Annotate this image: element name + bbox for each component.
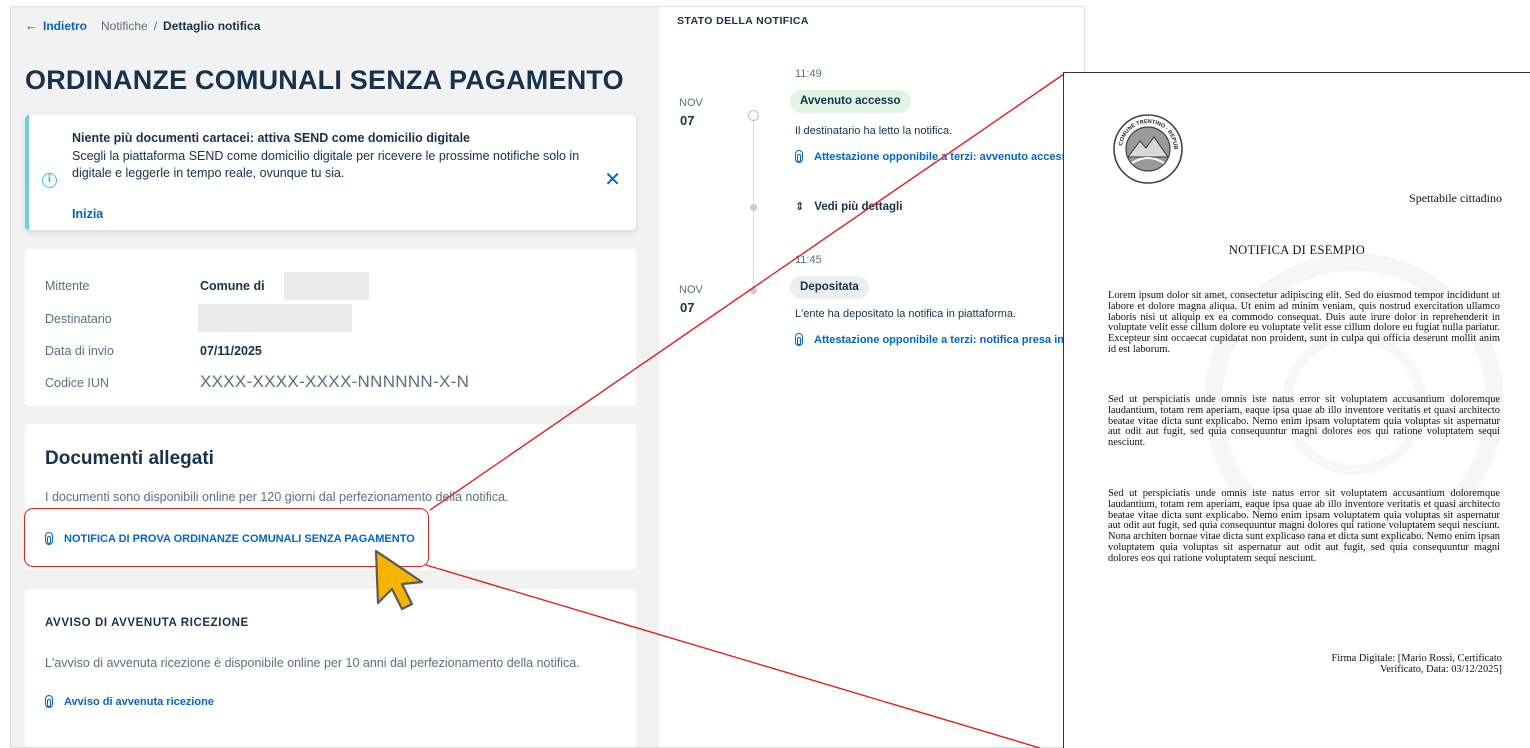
date-value: 07/11/2025: [200, 344, 262, 358]
digital-domicile-banner: i Niente più documenti cartacei: attiva …: [25, 115, 636, 230]
attestation-link-label: Attestazione opponibile a terzi: notific…: [814, 333, 1085, 346]
status-badge: Depositata: [790, 276, 869, 299]
breadcrumb: ← Indietro Notifiche / Dettaglio notific…: [25, 18, 260, 33]
event-time: 11:45: [795, 254, 822, 266]
date-label: Data di invio: [45, 344, 114, 358]
document-preview: COMUNE TRENTINO - REPUBBLICA ITALIANA Sp…: [1063, 72, 1530, 748]
close-icon[interactable]: ✕: [604, 167, 621, 191]
arrow-left-icon: ←: [25, 18, 38, 33]
recipient-label: Destinatario: [45, 312, 112, 326]
event-month: NOV: [679, 97, 703, 109]
event-description: Il destinatario ha letto la notifica.: [795, 125, 953, 137]
greeting: Spettabile cittadino: [1409, 191, 1502, 205]
event-month: NOV: [679, 284, 703, 296]
paperclip-icon: [795, 150, 803, 163]
paperclip-icon: [795, 333, 803, 346]
status-badge: Avvenuto accesso: [790, 90, 911, 113]
notification-timeline-panel: STATO DELLA NOTIFICA NOV 07 11:49 Avvenu…: [659, 7, 1085, 747]
attestation-link-deposit[interactable]: Attestazione opponibile a terzi: notific…: [795, 333, 1085, 346]
notification-detail-panel: ← Indietro Notifiche / Dettaglio notific…: [11, 7, 659, 747]
municipality-logo: COMUNE TRENTINO - REPUBBLICA ITALIANA: [1112, 113, 1183, 184]
back-label: Indietro: [43, 18, 87, 33]
iun-label: Codice IUN: [45, 376, 109, 390]
back-link[interactable]: ← Indietro: [25, 18, 87, 33]
redacted-recipient: [198, 304, 352, 332]
paperclip-icon: [45, 695, 53, 708]
show-more-label: Vedi più dettagli: [814, 200, 903, 213]
event-description: L'ente ha depositato la notifica in piat…: [795, 308, 1017, 320]
app-window: ← Indietro Notifiche / Dettaglio notific…: [10, 6, 1085, 748]
receipt-link[interactable]: Avviso di avvenuta ricezione: [45, 695, 214, 708]
documents-description: I documenti sono disponibili online per …: [45, 490, 509, 504]
documents-title: Documenti allegati: [45, 448, 214, 469]
digital-signature: Firma Digitale: [Mario Rossi, Certificat…: [1331, 653, 1502, 675]
breadcrumb-item-notifications[interactable]: Notifiche: [101, 19, 148, 33]
receipt-title: AVVISO DI AVVENUTA RICEZIONE: [45, 617, 249, 629]
page-title: ORDINANZE COMUNALI SENZA PAGAMENTO: [25, 65, 624, 95]
info-circle-icon: i: [42, 173, 57, 188]
breadcrumb-current: Dettaglio notifica: [163, 18, 261, 33]
timeline-heading: STATO DELLA NOTIFICA: [677, 15, 809, 27]
attestation-link-access[interactable]: Attestazione opponibile a terzi: avvenut…: [795, 150, 1074, 163]
document-paragraph: Sed ut perspiciatis unde omnis iste natu…: [1108, 394, 1500, 449]
iun-value: XXXX-XXXX-XXXX-NNNNNN-X-N: [200, 372, 470, 391]
banner-title: Niente più documenti cartacei: attiva SE…: [72, 131, 471, 145]
receipt-link-label: Avviso di avvenuta ricezione: [64, 695, 214, 708]
event-day: 07: [680, 113, 695, 128]
event-day: 07: [680, 300, 695, 315]
timeline-dot-collapsed: [750, 204, 757, 211]
start-button[interactable]: Inizia: [72, 207, 103, 221]
breadcrumb-separator: /: [153, 18, 158, 33]
show-more-details-button[interactable]: ⇕ Vedi più dettagli: [795, 200, 902, 213]
redacted-sender-name: [284, 272, 369, 300]
timeline-dot-current: [748, 110, 759, 121]
document-paragraph: Lorem ipsum dolor sit amet, consectetur …: [1108, 290, 1500, 355]
banner-text: Scegli la piattaforma SEND come domicili…: [72, 149, 580, 180]
sender-value: Comune di: [200, 279, 265, 293]
document-paragraph: Sed ut perspiciatis unde omnis iste natu…: [1108, 488, 1500, 564]
receipt-notice-card: AVVISO DI AVVENUTA RICEZIONE L'avviso di…: [25, 589, 636, 747]
event-time: 11:49: [795, 68, 822, 80]
notification-details-card: Mittente Comune di Destinatario Data di …: [25, 249, 636, 406]
timeline-dot: [750, 287, 757, 294]
document-title: NOTIFICA DI ESEMPIO: [1228, 243, 1366, 257]
unfold-icon: ⇕: [795, 200, 805, 213]
attestation-link-label: Attestazione opponibile a terzi: avvenut…: [814, 150, 1075, 163]
receipt-description: L'avviso di avvenuta ricezione è disponi…: [45, 656, 580, 670]
sender-label: Mittente: [45, 279, 90, 293]
mouse-pointer-icon: [374, 549, 424, 611]
